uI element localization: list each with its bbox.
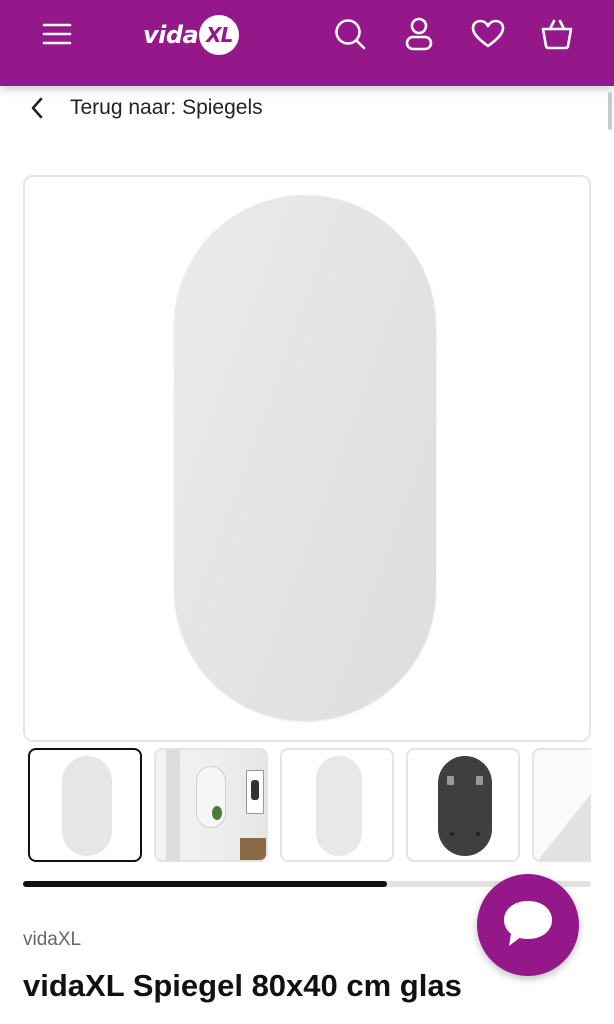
user-icon	[404, 17, 434, 51]
thumbnail-2[interactable]	[154, 748, 268, 862]
thumbnail-strip	[28, 748, 591, 864]
thumb-mirror-back-image	[438, 756, 492, 856]
product-brand[interactable]: vidaXL	[23, 929, 81, 951]
thumbnail-5[interactable]	[532, 748, 591, 862]
product-main-image[interactable]	[23, 175, 591, 742]
menu-button[interactable]	[35, 14, 79, 54]
vidaxl-logo[interactable]: vida XL	[143, 13, 240, 57]
chat-button[interactable]	[477, 874, 579, 976]
chat-bubble-icon	[500, 897, 556, 954]
basket-icon	[540, 17, 574, 51]
top-header: vida XL	[0, 0, 614, 86]
product-title: vidaXL Spiegel 80x40 cm glas	[23, 968, 462, 1003]
chevron-left-icon	[22, 93, 52, 123]
logo-badge: XL	[199, 15, 240, 55]
breadcrumb-label: Terug naar: Spiegels	[70, 96, 263, 119]
search-button[interactable]	[328, 14, 372, 54]
room-scene-image	[156, 750, 266, 860]
account-button[interactable]	[397, 14, 441, 54]
logo-text: vida	[143, 21, 199, 49]
thumbnail-1[interactable]	[28, 748, 142, 862]
gallery-scroll-progress-fill	[23, 881, 387, 887]
oval-mirror-image	[174, 195, 436, 721]
thumb-mirror-image	[316, 756, 362, 856]
page-scrollbar[interactable]	[608, 92, 612, 130]
thumb-mirror-detail-image	[534, 750, 591, 860]
thumbnail-3[interactable]	[280, 748, 394, 862]
thumbnail-4[interactable]	[406, 748, 520, 862]
cart-button[interactable]	[535, 14, 579, 54]
thumb-mirror-image	[62, 756, 112, 856]
wishlist-button[interactable]	[466, 14, 510, 54]
breadcrumb-back-link[interactable]: Terug naar: Spiegels	[22, 90, 263, 126]
heart-icon	[471, 19, 505, 49]
search-icon	[333, 17, 367, 51]
hamburger-menu-icon	[41, 22, 73, 46]
